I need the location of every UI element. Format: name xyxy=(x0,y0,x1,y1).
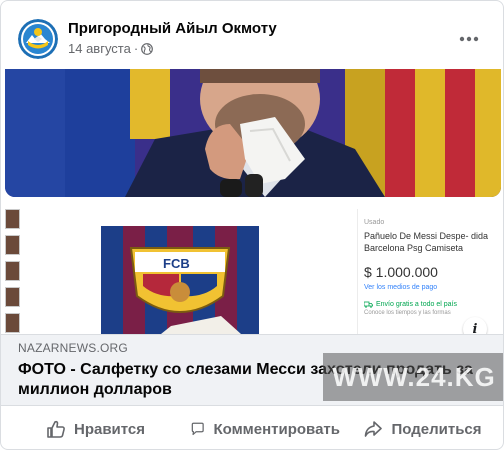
meta-separator: · xyxy=(133,41,139,56)
messi-crying-photo xyxy=(5,69,501,197)
listing-shipping: Envío gratis a todo el país xyxy=(364,301,503,308)
listing-payment-link: Ver los medios de pago xyxy=(364,284,438,291)
page-name[interactable]: Пригородный Айыл Окмоту xyxy=(68,20,277,37)
comment-button[interactable]: Комментировать xyxy=(190,407,340,449)
info-button[interactable]: i xyxy=(463,317,487,334)
like-label: Нравится xyxy=(73,420,146,438)
truck-icon xyxy=(364,301,373,308)
comment-label: Комментировать xyxy=(213,420,340,438)
link-domain: NAZARNEWS.ORG xyxy=(18,341,128,355)
listing-thumbnail[interactable] xyxy=(5,235,20,255)
globe-icon xyxy=(141,42,154,55)
share-icon xyxy=(365,421,383,437)
listing-price: $ 1.000.000 xyxy=(364,264,438,280)
watermark: WWW.24.KG xyxy=(323,353,503,401)
listing-condition: Usado xyxy=(364,219,385,226)
post-meta: 14 августа · xyxy=(68,41,154,56)
listing-details: Usado Pañuelo De Messi Despe- dida Barce… xyxy=(357,209,503,334)
feed-post: Пригородный Айыл Окмоту 14 августа · FCB… xyxy=(0,0,504,450)
share-label: Поделиться xyxy=(391,420,482,438)
post-actions: Нравится Комментировать Поделиться xyxy=(1,407,503,449)
post-header: Пригородный Айыл Окмоту 14 августа · xyxy=(1,1,503,69)
kyrgyz-emblem-icon xyxy=(18,19,58,59)
listing-title: Pañuelo De Messi Despe- dida Barcelona P… xyxy=(364,231,489,253)
post-date[interactable]: 14 августа xyxy=(68,41,131,56)
listing-thumbnail[interactable] xyxy=(5,313,20,333)
share-button[interactable]: Поделиться xyxy=(340,407,503,449)
post-media[interactable]: FCB Usado Pañuelo De Messi Despe- dida B… xyxy=(1,69,503,334)
info-icon: i xyxy=(472,321,478,335)
like-button[interactable]: Нравится xyxy=(1,407,190,449)
svg-text:FCB: FCB xyxy=(163,256,190,271)
thumbs-up-icon xyxy=(47,420,65,438)
listing-shipping-text: Envío gratis a todo el país xyxy=(376,301,457,308)
barca-shirt-photo: FCB xyxy=(101,226,259,334)
listing-shipping-sub: Conoce los tiempos y las formas xyxy=(364,310,451,316)
comment-icon xyxy=(191,422,204,436)
listing-thumbnail[interactable] xyxy=(5,287,20,307)
more-options-icon[interactable] xyxy=(457,29,481,49)
listing-thumbnails xyxy=(5,209,21,334)
page-avatar[interactable] xyxy=(18,19,58,59)
listing-thumbnail[interactable] xyxy=(5,261,20,281)
listing-thumbnail[interactable] xyxy=(5,209,20,229)
